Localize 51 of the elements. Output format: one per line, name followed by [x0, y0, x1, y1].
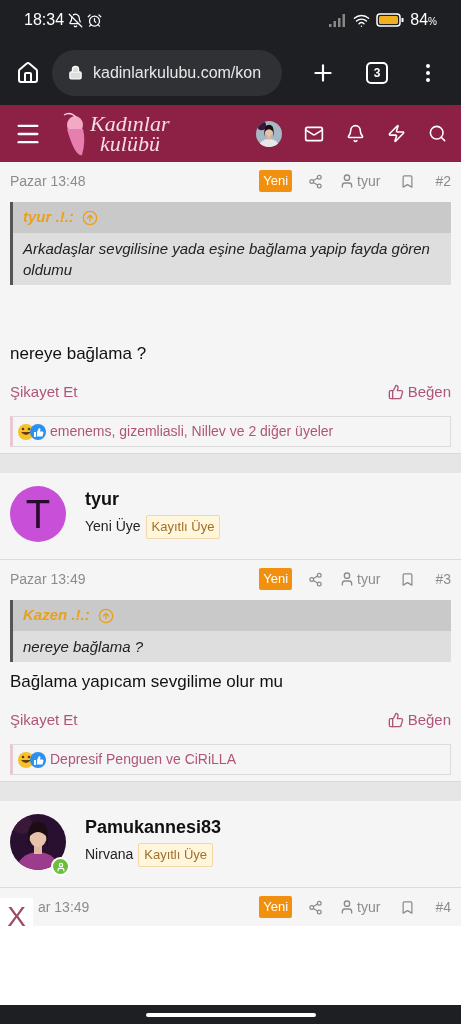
- site-logo[interactable]: Kadınlar kulübü: [62, 110, 170, 157]
- post-time[interactable]: Pazar 13:48: [10, 170, 86, 192]
- new-badge: Yeni: [259, 568, 293, 590]
- author-link[interactable]: tyur: [357, 170, 381, 192]
- username[interactable]: tyur: [85, 487, 221, 511]
- user-badge: Kayıtlı Üye: [138, 843, 214, 867]
- home-indicator[interactable]: [145, 1012, 316, 1017]
- share-icon[interactable]: [308, 173, 324, 189]
- quote-text: nereye bağlama ?: [13, 631, 451, 662]
- username[interactable]: Pamukannesi83: [85, 815, 222, 839]
- post-time[interactable]: ar 13:49: [38, 896, 90, 918]
- lightning-icon[interactable]: [387, 124, 406, 143]
- author-link[interactable]: tyur: [357, 568, 381, 590]
- thumbs-up-icon[interactable]: [387, 712, 404, 728]
- user-title: Yeni Üye: [85, 517, 141, 537]
- alarm-icon: [87, 12, 103, 28]
- bell-icon[interactable]: [346, 124, 365, 143]
- post-number[interactable]: #3: [435, 568, 451, 590]
- thumbs-up-icon[interactable]: [387, 384, 404, 400]
- like-button[interactable]: Beğen: [407, 380, 451, 404]
- signal-icon: [329, 13, 348, 27]
- new-badge: Yeni: [259, 896, 293, 918]
- like-button[interactable]: Beğen: [407, 708, 451, 732]
- home-icon[interactable]: [16, 60, 40, 85]
- reaction-icons: [17, 422, 47, 441]
- battery-level: 84%: [410, 10, 437, 30]
- battery-icon: [376, 13, 405, 27]
- report-link[interactable]: Şikayet Et: [10, 380, 78, 404]
- search-icon[interactable]: [428, 124, 447, 143]
- post-number[interactable]: #2: [435, 170, 451, 192]
- post-number[interactable]: #4: [435, 896, 451, 918]
- avatar[interactable]: T: [10, 486, 66, 542]
- bell-off-icon: [68, 12, 84, 28]
- tab-count-button[interactable]: 3: [366, 61, 388, 84]
- report-link[interactable]: Şikayet Et: [10, 708, 78, 732]
- post-body: Bağlama yapıcam sevgilime olur mu: [9, 671, 285, 693]
- bookmark-icon[interactable]: [400, 571, 416, 587]
- address-bar[interactable]: kadinlarkulubu.com/kon: [52, 49, 282, 96]
- reaction-icons: [17, 750, 47, 769]
- bookmark-icon[interactable]: [400, 899, 416, 915]
- new-badge: Yeni: [259, 170, 293, 192]
- post-time[interactable]: Pazar 13:49: [10, 568, 86, 590]
- user-title: Nirvana: [85, 845, 134, 865]
- share-icon[interactable]: [308, 899, 324, 915]
- clock-time: 18:34: [24, 10, 65, 30]
- author-link[interactable]: tyur: [357, 896, 381, 918]
- bookmark-icon[interactable]: [400, 173, 416, 189]
- user-badge: Kayıtlı Üye: [145, 515, 221, 539]
- post-body: nereye bağlama ?: [9, 343, 148, 365]
- quote-text: Arkadaşlar sevgilisine yada eşine bağlama yapip fayda gören oldumu: [13, 233, 451, 285]
- share-icon[interactable]: [308, 571, 324, 587]
